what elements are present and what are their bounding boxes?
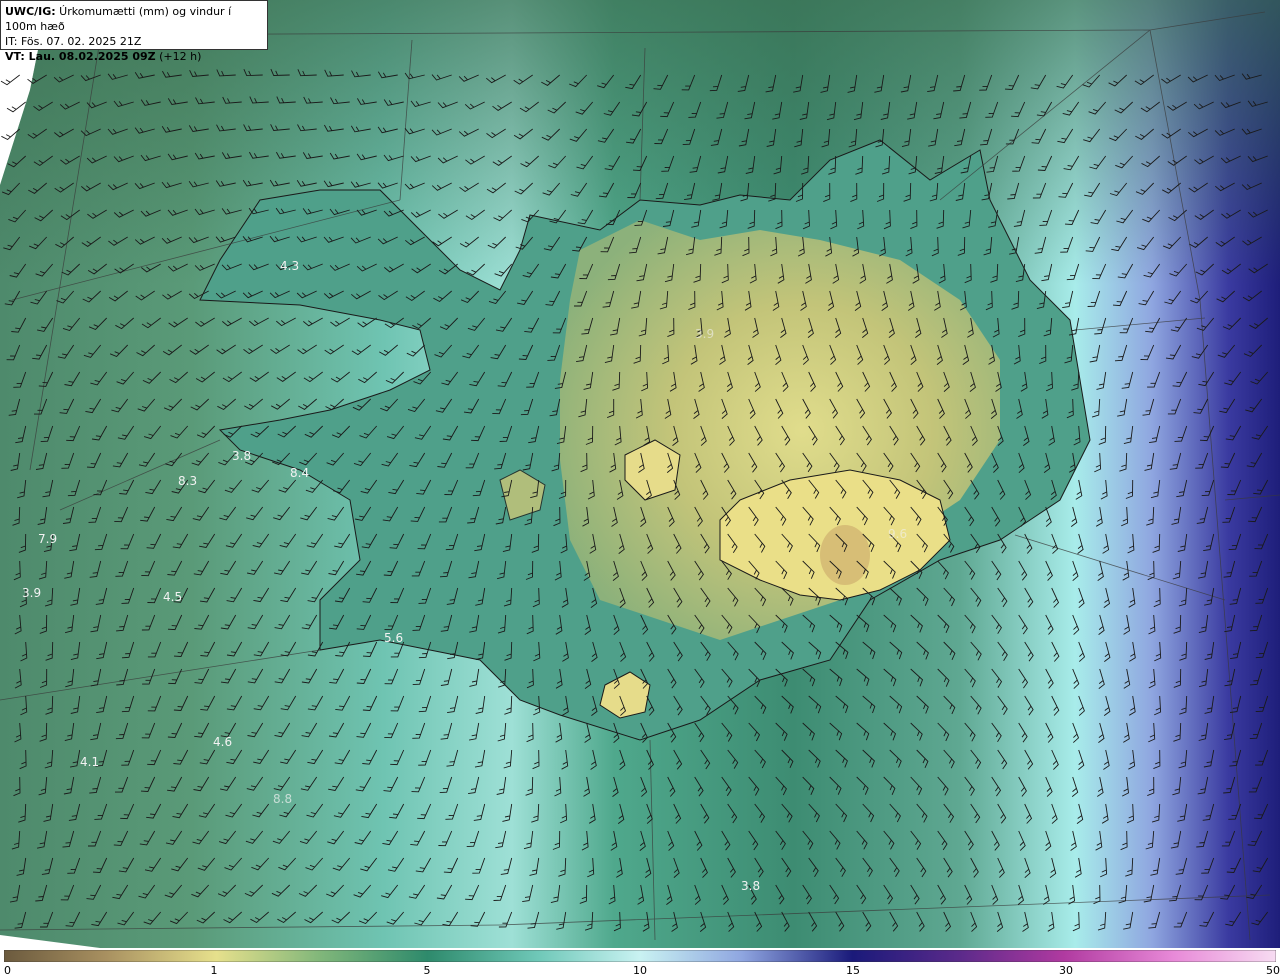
colorbar-tick: 10 — [633, 964, 647, 977]
value-label: 4.3 — [280, 259, 299, 273]
precipitation-wind-map: 4.3 3.9 3.8 8.3 8.4 7.9 3.9 4.5 5.6 4.6 … — [0, 0, 1280, 948]
colorbar-tick: 5 — [423, 964, 431, 977]
colorbar-tick: 15 — [846, 964, 860, 977]
colorbar-tick: 50 — [1266, 964, 1280, 977]
valid-time: VT: Lau. 08.02.2025 09Z (+12 h) — [5, 50, 202, 63]
value-label: 3.8 — [741, 879, 760, 893]
value-label: 8.4 — [290, 466, 309, 480]
colorbar-tick: 1 — [210, 964, 218, 977]
product-title: UWC/IG: Úrkomumætti (mm) og vindur í 100… — [5, 5, 232, 33]
colorbar-tick: 0 — [4, 964, 11, 977]
value-label: 3.9 — [695, 327, 714, 341]
value-label: 8.3 — [178, 474, 197, 488]
map-header: UWC/IG: Úrkomumætti (mm) og vindur í 100… — [0, 0, 268, 63]
value-label: 5.6 — [384, 631, 403, 645]
value-label: 4.6 — [213, 735, 232, 749]
value-label: 7.9 — [38, 532, 57, 546]
wind-barb — [6, 101, 26, 113]
colorbar-tick: 30 — [1059, 964, 1073, 977]
colorbar — [4, 950, 1276, 962]
value-label: 3.9 — [22, 586, 41, 600]
init-time: IT: Fös. 07. 02. 2025 21Z — [5, 35, 142, 48]
value-label: 4.1 — [80, 755, 99, 769]
value-label: 8.8 — [273, 792, 292, 806]
value-label: 9.6 — [888, 527, 907, 541]
value-label: 4.5 — [163, 590, 182, 604]
colorbar-ticks: 0 1 5 10 15 30 50 — [0, 962, 1280, 978]
wind-barb — [0, 74, 20, 86]
value-label: 3.8 — [232, 449, 251, 463]
